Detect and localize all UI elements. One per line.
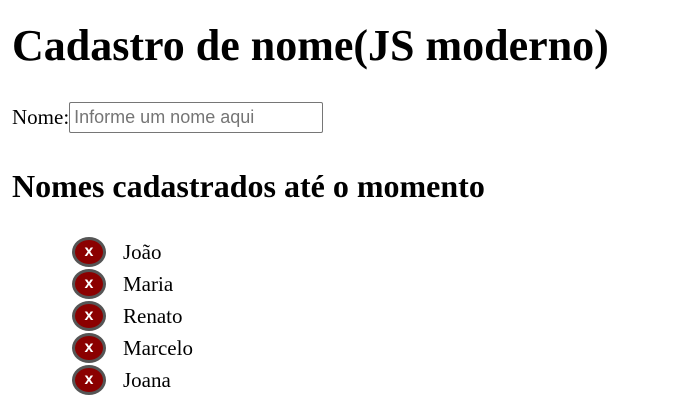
list-item-name: Maria	[123, 272, 174, 296]
list-item-name: Renato	[123, 304, 183, 328]
list-item: x Marcelo	[72, 332, 193, 364]
name-input[interactable]	[69, 102, 324, 133]
list-item-name: João	[123, 240, 162, 264]
list-item-name: Marcelo	[123, 336, 193, 360]
list-item: x João	[72, 236, 193, 268]
list-item: x Renato	[72, 300, 193, 332]
list-item: x Joana	[72, 364, 193, 396]
close-icon: x	[84, 307, 94, 324]
remove-button[interactable]: x	[72, 269, 106, 299]
close-icon: x	[84, 339, 94, 356]
page: Cadastro de nome(JS moderno) Nome: Nomes…	[0, 0, 680, 410]
remove-button[interactable]: x	[72, 301, 106, 331]
close-icon: x	[84, 275, 94, 292]
page-title: Cadastro de nome(JS moderno)	[12, 21, 609, 70]
close-icon: x	[84, 243, 94, 260]
names-list: x João x Maria x Renato x Marcelo x Joan…	[72, 236, 193, 396]
close-icon: x	[84, 371, 94, 388]
name-field-label: Nome:	[12, 105, 70, 129]
list-item-name: Joana	[123, 368, 171, 392]
remove-button[interactable]: x	[72, 333, 106, 363]
names-list-heading: Nomes cadastrados até o momento	[12, 168, 485, 204]
list-item: x Maria	[72, 268, 193, 300]
remove-button[interactable]: x	[72, 365, 106, 395]
name-form: Nome:	[12, 102, 324, 133]
remove-button[interactable]: x	[72, 237, 106, 267]
